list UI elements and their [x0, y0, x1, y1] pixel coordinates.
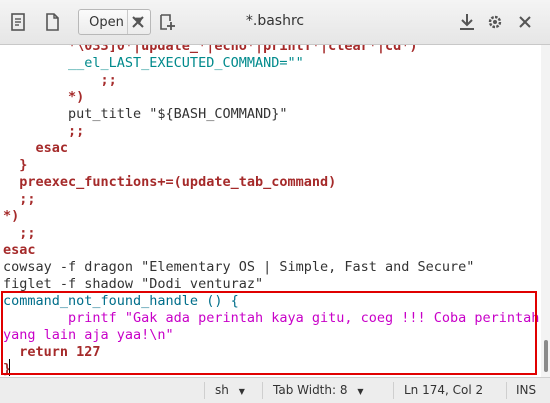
save-icon[interactable]	[457, 12, 477, 32]
code-line: }	[3, 157, 28, 173]
status-separator	[393, 382, 394, 399]
new-document-icon[interactable]	[157, 12, 177, 32]
status-separator	[204, 382, 205, 399]
insert-mode: INS	[516, 383, 537, 397]
code-line: __el_LAST_EXECUTED_COMMAND=""	[3, 55, 304, 71]
tab-width-selector[interactable]: Tab Width: 8 ▼	[273, 383, 363, 397]
status-bar: sh ▼ Tab Width: 8 ▼ Ln 174, Col 2 INS	[0, 377, 550, 403]
open-button-label: Open	[89, 15, 124, 30]
window-title: *.bashrc	[245, 13, 305, 29]
chevron-down-icon: ▼	[238, 387, 245, 396]
code-line: put_title "${BASH_COMMAND}"	[3, 106, 288, 122]
code-line: esac	[3, 242, 36, 258]
code-line: *\033]0*|update_*|echo*|printf*|clear*|c…	[3, 45, 418, 54]
language-label: sh	[215, 383, 229, 397]
cursor-position: Ln 174, Col 2	[404, 383, 484, 397]
close-document-icon[interactable]	[128, 12, 148, 32]
text-editor-icon[interactable]	[8, 12, 28, 32]
code-line: *)	[3, 89, 85, 105]
chevron-down-icon: ▼	[357, 387, 364, 396]
code-line: *)	[3, 208, 20, 224]
code-line: preexec_functions+=(update_tab_command)	[3, 174, 337, 190]
tab-width-label: Tab Width: 8	[273, 383, 348, 397]
code-line: ;;	[3, 123, 85, 139]
highlight-box	[1, 291, 537, 375]
status-separator	[506, 382, 507, 399]
language-selector[interactable]: sh ▼	[215, 383, 245, 397]
vertical-scrollbar[interactable]	[541, 45, 550, 377]
gear-icon[interactable]	[485, 12, 505, 32]
scrollbar-thumb[interactable]	[544, 340, 548, 372]
code-line: ;;	[3, 72, 117, 88]
code-line: cowsay -f dragon "Elementary OS | Simple…	[3, 259, 475, 275]
code-line: ;;	[3, 191, 36, 207]
close-icon[interactable]	[515, 12, 535, 32]
status-separator	[262, 382, 263, 399]
code-editor[interactable]: *\033]0*|update_*|echo*|printf*|clear*|c…	[0, 45, 541, 377]
document-icon[interactable]	[42, 12, 62, 32]
code-line: ;;	[3, 225, 36, 241]
code-line: esac	[3, 140, 69, 156]
headerbar: Open ▼ *.bashrc	[0, 0, 550, 45]
